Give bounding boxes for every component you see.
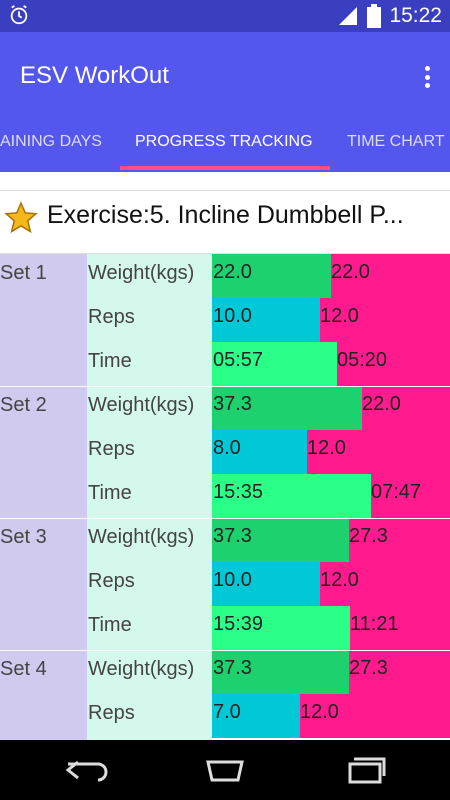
app-bar: ESV WorkOut: [0, 32, 450, 122]
tab-progress-tracking[interactable]: PROGRESS TRACKING: [135, 122, 313, 172]
previous-value: 12.0: [320, 305, 359, 327]
previous-value: 12.0: [320, 569, 359, 591]
star-icon[interactable]: [4, 201, 38, 235]
metric-label-cell: Weight(kgs) Reps Time: [87, 254, 212, 386]
current-value: 15:39: [213, 613, 264, 635]
app-title: ESV WorkOut: [20, 62, 169, 89]
set-label: Set 1: [0, 262, 47, 284]
metric-label: Weight(kgs): [88, 658, 195, 680]
set-block: Set 1 Weight(kgs) Reps Time 22.0 22.0 10.0 12.0…: [0, 254, 450, 386]
progress-bar-row: 15:39 11:21: [212, 606, 450, 650]
set-divider: [0, 386, 450, 387]
signal-icon: [339, 7, 358, 25]
metric-label: Time: [88, 350, 132, 372]
current-value: 37.3: [213, 525, 252, 547]
navigation-bar: [0, 740, 450, 800]
metric-label-cell: Weight(kgs) Reps: [87, 650, 212, 740]
set-label: Set 4: [0, 658, 47, 680]
progress-bar-row: 22.0 22.0: [212, 254, 450, 298]
metric-label: Time: [88, 614, 132, 636]
current-value: 7.0: [213, 701, 241, 723]
exercise-title: Exercise:5. Incline Dumbbell P...: [47, 201, 404, 229]
battery-icon: [367, 4, 382, 28]
progress-bar-row: 15:35 07:47: [212, 474, 450, 518]
progress-bar-row: 10.0 12.0: [212, 298, 450, 342]
alarm-icon: [10, 5, 28, 25]
back-icon[interactable]: [62, 754, 112, 786]
set-label-cell: Set 1: [0, 254, 87, 386]
status-time: 15:22: [389, 4, 442, 27]
progress-bar-row: 37.3 27.3: [212, 518, 450, 562]
metric-label: Time: [88, 482, 132, 504]
tab-bar: AINING DAYS PROGRESS TRACKING TIME CHART: [0, 122, 450, 172]
previous-value: 05:20: [337, 349, 388, 371]
set-label: Set 3: [0, 526, 47, 548]
current-value: 37.3: [213, 393, 252, 415]
previous-value: 22.0: [331, 261, 370, 283]
set-label-cell: Set 3: [0, 518, 87, 650]
set-label-cell: Set 4: [0, 650, 87, 740]
progress-bar-row: 7.0 12.0: [212, 694, 450, 738]
set-label: Set 2: [0, 394, 47, 416]
progress-bar-row: 10.0 12.0: [212, 562, 450, 606]
set-label-cell: Set 2: [0, 386, 87, 518]
previous-value: 11:21: [350, 613, 399, 635]
home-icon[interactable]: [200, 754, 250, 786]
metric-label-cell: Weight(kgs) Reps Time: [87, 518, 212, 650]
metric-label: Reps: [88, 702, 135, 724]
overflow-menu-icon[interactable]: [418, 62, 436, 92]
tab-training-days[interactable]: AINING DAYS: [0, 122, 102, 172]
progress-bar-row: 8.0 12.0: [212, 430, 450, 474]
current-value: 8.0: [213, 437, 241, 459]
tab-time-chart[interactable]: TIME CHART: [347, 122, 444, 172]
current-value: 10.0: [213, 305, 252, 327]
metric-label-cell: Weight(kgs) Reps Time: [87, 386, 212, 518]
recents-icon[interactable]: [340, 754, 390, 786]
tab-indicator: [120, 166, 330, 170]
previous-value: 27.3: [349, 525, 388, 547]
set-divider: [0, 518, 450, 519]
current-value: 05:57: [213, 349, 264, 371]
current-value: 10.0: [213, 569, 252, 591]
progress-content: Exercise:5. Incline Dumbbell P... Set 1 W…: [0, 172, 450, 740]
metric-label: Weight(kgs): [88, 394, 195, 416]
set-block: Set 3 Weight(kgs) Reps Time 37.3 27.3 10.0 12.0…: [0, 518, 450, 650]
previous-value: 12.0: [300, 701, 339, 723]
set-divider: [0, 650, 450, 651]
previous-value: 27.3: [349, 657, 388, 679]
progress-bar-row: 05:57 05:20: [212, 342, 450, 386]
current-value: 22.0: [213, 261, 252, 283]
previous-value: 22.0: [362, 393, 401, 415]
previous-value: 07:47: [371, 481, 422, 503]
current-value: 15:35: [213, 481, 264, 503]
set-block: Set 2 Weight(kgs) Reps Time 37.3 22.0 8.0 12.0 1…: [0, 386, 450, 518]
current-value: 37.3: [213, 657, 252, 679]
metric-label: Reps: [88, 438, 135, 460]
previous-value: 12.0: [307, 437, 346, 459]
metric-label: Reps: [88, 570, 135, 592]
progress-bar-row: 37.3 22.0: [212, 386, 450, 430]
exercise-header: Exercise:5. Incline Dumbbell P...: [0, 190, 450, 254]
metric-label: Reps: [88, 306, 135, 328]
metric-label: Weight(kgs): [88, 262, 195, 284]
set-block: Set 4 Weight(kgs) Reps 37.3 27.3 7.0 12.0: [0, 650, 450, 740]
status-bar: 15:22: [0, 0, 450, 32]
metric-label: Weight(kgs): [88, 526, 195, 548]
progress-bar-row: 37.3 27.3: [212, 650, 450, 694]
